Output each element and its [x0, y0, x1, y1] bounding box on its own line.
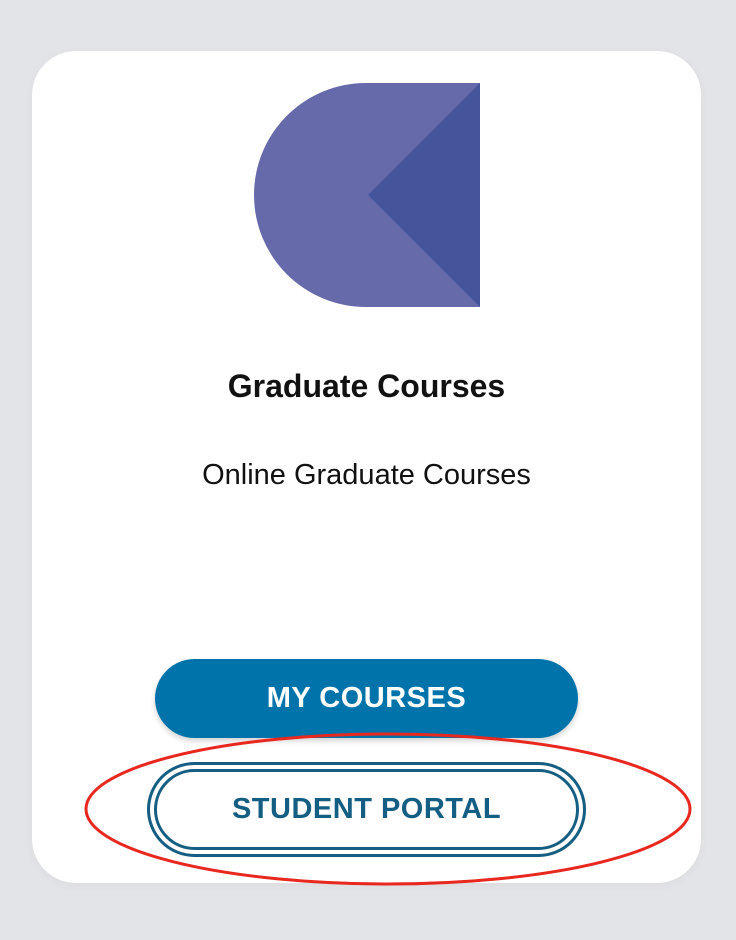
my-courses-button[interactable]: MY COURSES	[155, 659, 578, 738]
student-portal-label: STUDENT PORTAL	[154, 769, 579, 850]
graduate-courses-logo-icon	[254, 83, 480, 307]
student-portal-button[interactable]: STUDENT PORTAL	[147, 762, 586, 857]
card-title: Graduate Courses	[227, 368, 506, 404]
card-subtitle: Online Graduate Courses	[202, 459, 531, 491]
